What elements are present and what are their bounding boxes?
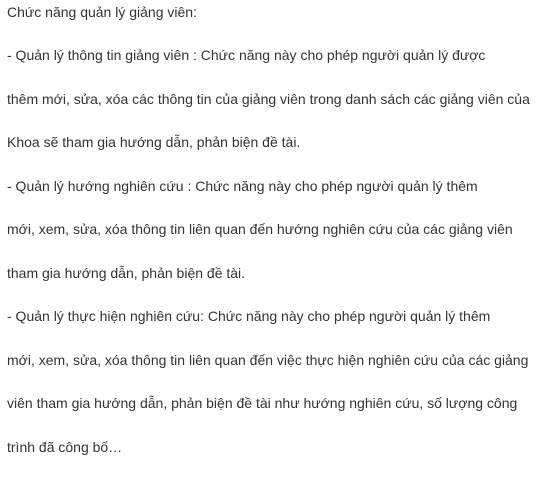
text-line: mới, xem, sửa, xóa thông tin liên quan đ… xyxy=(7,221,513,237)
text-line: - Quản lý thông tin giảng viên : Chức nă… xyxy=(7,47,486,63)
text-line: trình đã công bố… xyxy=(7,439,123,455)
text-line: mới, xem, sửa, xóa thông tin liên quan đ… xyxy=(7,352,529,368)
text-line: - Quản lý thực hiện nghiên cứu: Chức năn… xyxy=(7,308,491,324)
text-line: Khoa sẽ tham gia hướng dẫn, phản biện đề… xyxy=(7,134,301,150)
text-line: - Quản lý hướng nghiên cứu : Chức năng n… xyxy=(7,178,478,194)
text-line: thêm mới, sửa, xóa các thông tin của giả… xyxy=(7,91,530,107)
text-line: Chức năng quản lý giảng viên: xyxy=(7,4,197,20)
text-line: viên tham gia hướng dẫn, phản biện đề tà… xyxy=(7,395,518,411)
text-line: tham gia hướng dẫn, phản biện đề tài. xyxy=(7,265,246,281)
